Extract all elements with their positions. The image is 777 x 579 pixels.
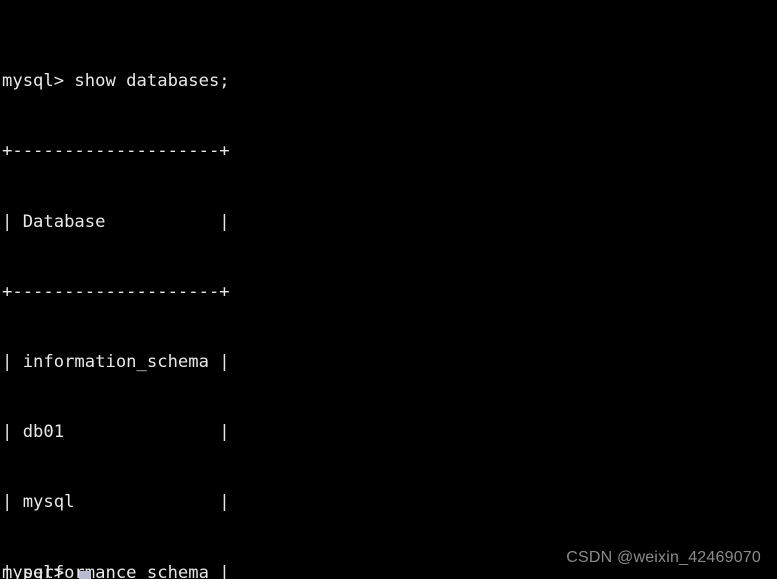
terminal-prompt-line[interactable]: mysql> [2,562,64,579]
terminal-line-table-header-separator: +--------------------+ [2,281,230,302]
terminal-line-command-show-databases: mysql> show databases; [2,71,230,92]
terminal-screen: mysql> show databases; +----------------… [2,0,685,579]
terminal-line-db-db01: | db01 | [2,422,230,443]
csdn-watermark: CSDN @weixin_42469070 [566,548,761,566]
terminal-window[interactable]: mysql> show databases; +----------------… [0,0,777,579]
text-cursor [79,571,91,579]
terminal-line-db-information-schema: | information_schema | [2,352,230,373]
terminal-line-db-mysql: | mysql | [2,492,230,513]
terminal-line-table-header-database: | Database | [2,211,230,232]
terminal-line-table-top-border: +--------------------+ [2,141,230,162]
